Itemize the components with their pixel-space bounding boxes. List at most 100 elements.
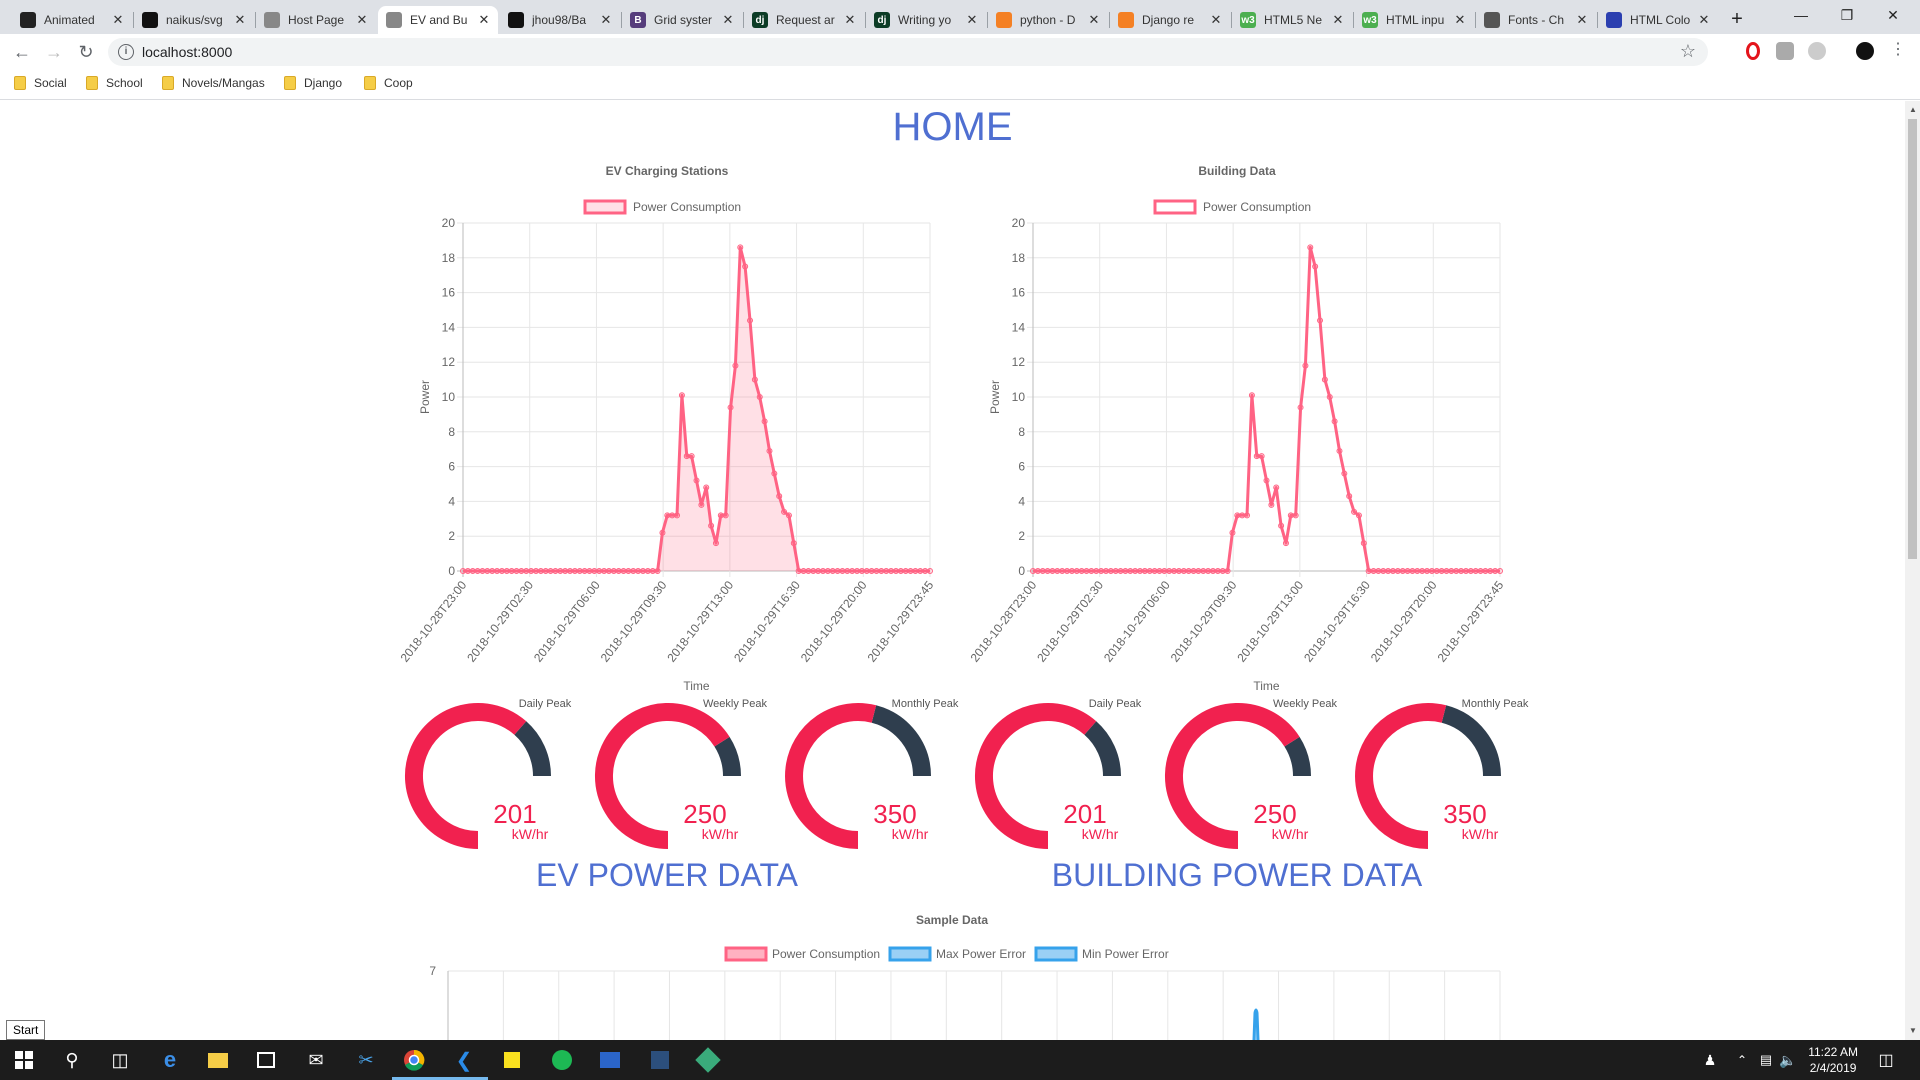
bookmark-label: School xyxy=(106,76,143,90)
bookmark-label: Coop xyxy=(384,76,413,90)
tab-0[interactable]: Animated ✕ xyxy=(12,6,132,34)
show-hidden-icons[interactable]: ⌃ xyxy=(1730,1048,1754,1072)
people-icon[interactable]: ♟ xyxy=(1698,1048,1722,1072)
tab-close-icon[interactable]: ✕ xyxy=(1208,12,1224,28)
tab-close-icon[interactable]: ✕ xyxy=(1696,12,1712,28)
new-tab-button[interactable]: + xyxy=(1720,4,1754,34)
snipping-icon[interactable]: ✂ xyxy=(354,1048,378,1072)
data-point xyxy=(824,568,831,574)
edge-icon[interactable]: e xyxy=(158,1047,182,1072)
mail-icon[interactable]: ✉ xyxy=(304,1048,328,1072)
tab-separator xyxy=(255,12,256,28)
gauge-value: 201 xyxy=(493,799,536,829)
info-icon[interactable]: i xyxy=(118,44,134,60)
tab-separator xyxy=(621,12,622,28)
data-point xyxy=(654,568,661,574)
spotify-icon[interactable] xyxy=(550,1048,574,1072)
store-icon[interactable] xyxy=(254,1048,278,1072)
search-icon[interactable]: ⚲ xyxy=(60,1048,84,1072)
tab-close-icon[interactable]: ✕ xyxy=(598,12,614,28)
tab-close-icon[interactable]: ✕ xyxy=(1452,12,1468,28)
tab-11[interactable]: w3 HTML inpu ✕ xyxy=(1354,6,1474,34)
bookmark-school[interactable]: School xyxy=(86,76,143,90)
data-point xyxy=(1307,244,1314,251)
terminal-app-icon[interactable] xyxy=(648,1048,672,1072)
tab-7[interactable]: dj Writing yo ✕ xyxy=(866,6,986,34)
system-clock[interactable]: 11:22 AM 2/4/2019 xyxy=(1808,1044,1858,1076)
file-explorer-icon[interactable] xyxy=(206,1048,230,1072)
tab-close-icon[interactable]: ✕ xyxy=(720,12,736,28)
building-section-title: BUILDING POWER DATA xyxy=(1051,857,1423,893)
network-icon[interactable]: ▤ xyxy=(1754,1048,1778,1072)
y-tick-label: 10 xyxy=(1012,390,1026,404)
tab-3[interactable]: EV and Bu ✕ xyxy=(378,6,498,34)
tab-label: HTML5 Ne xyxy=(1264,13,1323,27)
gitkraken-icon[interactable] xyxy=(695,1047,721,1073)
y-tick-label: 0 xyxy=(448,564,455,578)
scroll-up-icon[interactable]: ▲ xyxy=(1909,105,1917,114)
close-window-button[interactable]: ✕ xyxy=(1870,0,1916,30)
gauge-value: 201 xyxy=(1063,799,1106,829)
tab-close-icon[interactable]: ✕ xyxy=(110,12,126,28)
powershell-icon[interactable] xyxy=(598,1048,622,1072)
extension-icon[interactable] xyxy=(1776,42,1794,60)
tab-close-icon[interactable]: ✕ xyxy=(1330,12,1346,28)
data-point xyxy=(1083,568,1090,574)
vscode-icon[interactable]: ❮ xyxy=(452,1048,476,1072)
task-view-icon[interactable]: ◫ xyxy=(108,1048,132,1072)
tab-6[interactable]: dj Request ar ✕ xyxy=(744,6,864,34)
address-bar[interactable]: i localhost:8000 ☆ xyxy=(108,38,1708,66)
tab-separator xyxy=(133,12,134,28)
sticky-notes-icon[interactable] xyxy=(500,1048,524,1072)
minimize-button[interactable]: — xyxy=(1778,0,1824,30)
tab-close-icon[interactable]: ✕ xyxy=(842,12,858,28)
tab-close-icon[interactable]: ✕ xyxy=(476,12,492,28)
menu-icon[interactable]: ⋮ xyxy=(1890,42,1906,60)
y-tick-label: 16 xyxy=(442,286,456,300)
scroll-thumb[interactable] xyxy=(1908,119,1917,559)
tab-5[interactable]: B Grid syster ✕ xyxy=(622,6,742,34)
opera-extension-icon[interactable] xyxy=(1746,42,1760,60)
data-point xyxy=(489,568,496,574)
tab-10[interactable]: w3 HTML5 Ne ✕ xyxy=(1232,6,1352,34)
tab-close-icon[interactable]: ✕ xyxy=(1086,12,1102,28)
tab-8[interactable]: python - D ✕ xyxy=(988,6,1108,34)
bookmark-novels-mangas[interactable]: Novels/Mangas xyxy=(162,76,265,90)
chrome-icon[interactable] xyxy=(402,1048,426,1072)
bookmark-social[interactable]: Social xyxy=(14,76,67,90)
legend-swatch xyxy=(724,946,768,962)
tab-close-icon[interactable]: ✕ xyxy=(964,12,980,28)
tab-13[interactable]: HTML Colo ✕ xyxy=(1598,6,1718,34)
gauge-unit: kW/hr xyxy=(1272,826,1309,842)
bookmark-star-icon[interactable]: ☆ xyxy=(1680,41,1696,62)
data-point xyxy=(1438,568,1445,574)
tab-1[interactable]: naikus/svg ✕ xyxy=(134,6,254,34)
data-point xyxy=(1137,568,1144,574)
tab-9[interactable]: Django re ✕ xyxy=(1110,6,1230,34)
x-tick-label: 2018-10-28T23:00 xyxy=(398,578,470,665)
page-scrollbar[interactable]: ▲ ▼ xyxy=(1905,101,1920,1040)
volume-icon[interactable]: 🔈 xyxy=(1776,1048,1800,1072)
restore-button[interactable]: ❐ xyxy=(1824,0,1870,30)
tab-12[interactable]: Fonts - Ch ✕ xyxy=(1476,6,1596,34)
bookmark-django[interactable]: Django xyxy=(284,76,342,90)
tab-close-icon[interactable]: ✕ xyxy=(354,12,370,28)
tab-close-icon[interactable]: ✕ xyxy=(1574,12,1590,28)
bookmark-coop[interactable]: Coop xyxy=(364,76,413,90)
notifications-icon[interactable]: ◫ xyxy=(1874,1048,1898,1072)
scroll-down-icon[interactable]: ▼ xyxy=(1909,1026,1917,1035)
forward-icon[interactable]: → xyxy=(42,40,66,64)
extension-icon-2[interactable] xyxy=(1808,42,1826,60)
windows-start-icon[interactable] xyxy=(12,1048,36,1072)
data-point xyxy=(1044,568,1051,574)
data-point xyxy=(649,568,656,574)
reload-icon[interactable]: ↻ xyxy=(74,40,98,64)
data-point xyxy=(1151,568,1158,574)
tab-close-icon[interactable]: ✕ xyxy=(232,12,248,28)
profile-avatar[interactable] xyxy=(1856,42,1874,60)
tab-4[interactable]: jhou98/Ba ✕ xyxy=(500,6,620,34)
back-icon[interactable]: ← xyxy=(10,40,34,64)
tab-label: EV and Bu xyxy=(410,13,468,27)
data-point xyxy=(518,568,525,574)
tab-2[interactable]: Host Page ✕ xyxy=(256,6,376,34)
